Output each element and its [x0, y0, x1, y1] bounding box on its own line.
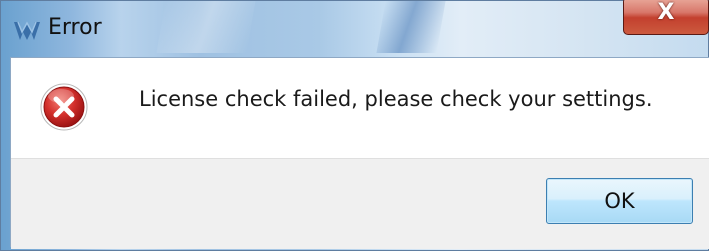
app-logo-icon [13, 20, 41, 42]
close-icon: X [657, 0, 675, 25]
close-button[interactable]: X [623, 0, 709, 35]
dialog-client-area: License check failed, please check your … [10, 57, 709, 249]
error-message: License check failed, please check your … [139, 87, 653, 111]
ok-button[interactable]: OK [546, 178, 693, 224]
error-dialog-window: Error X License check failed, please che… [0, 0, 709, 251]
message-area: License check failed, please check your … [11, 58, 709, 158]
window-title: Error [48, 15, 102, 40]
button-bar: OK [11, 158, 709, 249]
title-bar[interactable]: Error X [1, 0, 709, 57]
error-icon [39, 82, 89, 132]
